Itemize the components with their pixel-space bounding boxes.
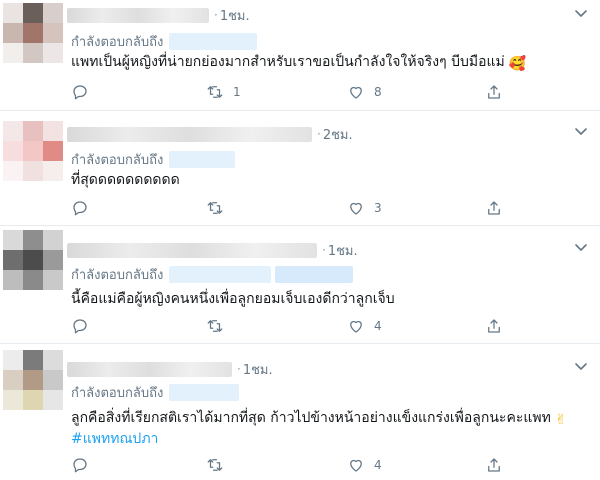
tweet-text-body: ที่สุดดดดดดดดดด [71,172,180,188]
reply-button[interactable] [71,456,98,474]
retweet-button[interactable] [206,317,233,335]
like-count: 3 [374,201,382,215]
replying-label: กำลังตอบกลับถึง [71,35,164,50]
retweet-button[interactable] [206,456,233,474]
retweet-icon [207,202,223,214]
header-separator: · [322,243,326,257]
author-name-blurred[interactable] [67,361,232,377]
share-icon [488,319,500,333]
reply-button[interactable] [71,83,98,101]
replying-label: กำลังตอบกลับถึง [71,153,164,168]
author-name-blurred[interactable] [67,242,317,258]
reply-tweet[interactable]: · 2ชม. กำลังตอบกลับถึง ที่สุดดดดดดดดดด 3 [0,111,600,226]
like-icon [350,320,362,333]
victory-hand-emoji: ✌ [554,412,567,428]
action-bar: 4 [71,456,511,476]
tweet-text: แพทเป็นผู้หญิงที่น่ายกย่องมากสำหรับเราขอ… [71,51,526,73]
retweet-icon [207,86,223,98]
header-separator: · [214,8,218,22]
mention-blurred[interactable] [275,266,354,283]
avatar[interactable] [3,3,63,63]
reply-icon [73,319,87,334]
replying-label: กำลังตอบกลับถึง [71,386,164,401]
tweet-time[interactable]: 1ชม. [328,240,358,261]
author-name-blurred[interactable] [67,7,209,23]
chevron-down-icon[interactable] [574,6,588,20]
avatar[interactable] [3,350,63,410]
tweet-time[interactable]: 2ชม. [323,124,353,145]
share-icon [488,85,500,99]
like-icon [350,459,362,472]
reply-tweet[interactable]: · 1ชม. กำลังตอบกลับถึง นี้คือแม่คือผู้หญ… [0,226,600,344]
reply-icon [73,458,87,473]
share-icon [488,201,500,215]
replying-label: กำลังตอบกลับถึง [71,268,164,283]
smiling-face-with-hearts-emoji: 🥰 [508,56,527,72]
mention-blurred[interactable] [169,384,240,401]
like-button[interactable]: 4 [347,456,382,474]
replying-to: กำลังตอบกลับถึง [71,382,240,403]
tweet-text-body: นี้คือแม่คือผู้หญิงคนหนึ่งเพื่อลูกยอมเจ็… [71,291,395,307]
chevron-down-icon[interactable] [574,240,588,254]
reply-icon [73,201,87,216]
tweet-text: ลูกคือสิ่งที่เรียกสติเราได้มากที่สุด ก้า… [71,407,567,429]
mention-blurred[interactable] [169,151,236,168]
share-button[interactable] [485,456,503,474]
chevron-down-icon[interactable] [574,359,588,373]
tweet-header: · 1ชม. [67,6,250,24]
share-button[interactable] [485,317,503,335]
reply-icon [73,85,87,100]
tweet-text-body: แพทเป็นผู้หญิงที่น่ายกย่องมากสำหรับเราขอ… [71,54,505,70]
action-bar: 1 8 [71,83,511,103]
tweet-header: · 1ชม. [67,241,358,259]
replying-to: กำลังตอบกลับถึง [71,31,258,52]
reply-feed: · 1ชม. กำลังตอบกลับถึง แพทเป็นผู้หญิงที่… [0,0,600,480]
reply-tweet[interactable]: · 1ชม. กำลังตอบกลับถึง แพทเป็นผู้หญิงที่… [0,0,600,111]
tweet-time[interactable]: 1ชม. [243,359,273,380]
replying-to: กำลังตอบกลับถึง [71,264,354,285]
retweet-icon [207,320,223,332]
share-button[interactable] [485,199,503,217]
replying-to: กำลังตอบกลับถึง [71,149,236,170]
chevron-down-icon[interactable] [574,124,588,138]
header-separator: · [317,127,321,141]
tweet-time[interactable]: 1ชม. [220,5,250,26]
mention-blurred[interactable] [169,266,272,283]
tweet-header: · 2ชม. [67,125,353,143]
like-count: 4 [374,458,382,472]
like-icon [350,86,362,99]
mention-blurred[interactable] [169,33,258,50]
share-button[interactable] [485,83,503,101]
like-count: 4 [374,319,382,333]
share-icon [488,458,500,472]
author-name-blurred[interactable] [67,126,312,142]
action-bar: 3 [71,199,511,219]
retweet-icon [207,459,223,471]
tweet-text-body: ลูกคือสิ่งที่เรียกสติเราได้มากที่สุด ก้า… [71,410,551,426]
action-bar: 4 [71,317,511,337]
avatar[interactable] [3,230,63,290]
reply-button[interactable] [71,317,98,335]
retweet-button[interactable]: 1 [206,83,241,101]
like-button[interactable]: 3 [347,199,382,217]
like-count: 8 [374,85,382,99]
header-separator: · [237,362,241,376]
like-icon [350,202,362,215]
retweet-count: 1 [233,85,241,99]
avatar[interactable] [3,121,63,181]
hashtag-link[interactable]: #แพททณปภา [71,428,158,450]
like-button[interactable]: 4 [347,317,382,335]
tweet-text: นี้คือแม่คือผู้หญิงคนหนึ่งเพื่อลูกยอมเจ็… [71,288,395,310]
like-button[interactable]: 8 [347,83,382,101]
tweet-header: · 1ชม. [67,360,273,378]
reply-tweet[interactable]: · 1ชม. กำลังตอบกลับถึง ลูกคือสิ่งที่เรีย… [0,344,600,480]
reply-button[interactable] [71,199,98,217]
tweet-text: ที่สุดดดดดดดดดด [71,169,180,191]
retweet-button[interactable] [206,199,233,217]
